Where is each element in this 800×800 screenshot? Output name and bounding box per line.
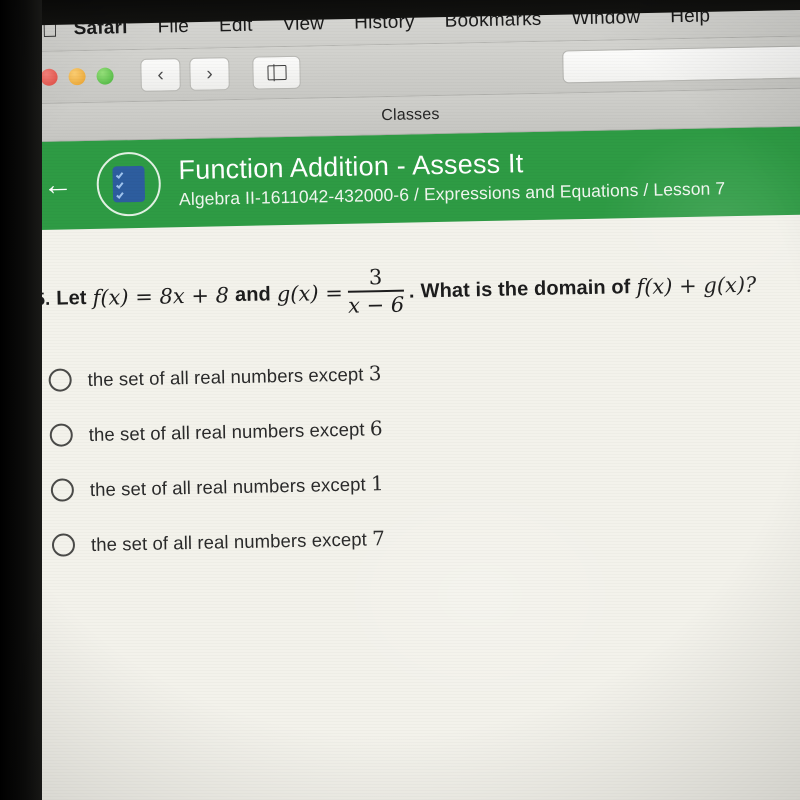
radio-button-icon[interactable] (49, 423, 73, 447)
question-prompt: What is the domain of (420, 275, 631, 303)
assignment-title: Function Addition - Assess It (178, 148, 524, 185)
fraction-3-over-x-minus-6: 3 x − 6 (347, 265, 405, 318)
question-statement: 5. Let f(x) = 8x + 8 and g(x) = 3 x − 6 … (35, 259, 800, 325)
close-window-button[interactable] (40, 68, 58, 86)
sidebar-icon (266, 64, 287, 81)
question-content: 5. Let f(x) = 8x + 8 and g(x) = 3 x − 6 … (0, 213, 800, 800)
answer-choice-value: 6 (369, 416, 383, 441)
laptop-bezel-left (0, 0, 42, 800)
address-bar-input[interactable] (562, 44, 800, 84)
back-arrow-icon[interactable]: ← (42, 168, 83, 202)
radio-button-icon[interactable] (50, 478, 75, 502)
header-text-group: Function Addition - Assess It Algebra II… (178, 145, 725, 210)
answer-choices-list: the set of all real numbers except 3 the… (36, 337, 800, 572)
sidebar-toggle-button[interactable] (252, 55, 301, 90)
answer-choice-label: the set of all real numbers except 7 (90, 526, 386, 556)
radio-button-icon[interactable] (48, 368, 72, 392)
function-g-name: g(x) = (276, 281, 344, 307)
function-f-definition: f(x) = 8x + 8 (92, 283, 230, 311)
tab-classes[interactable]: Classes (381, 105, 440, 124)
browser-back-button[interactable]: ‹ (140, 58, 181, 92)
question-lead: Let (56, 286, 87, 310)
maximize-window-button[interactable] (96, 67, 114, 85)
browser-forward-button[interactable]: › (189, 57, 230, 91)
assignment-icon (96, 151, 162, 217)
laptop-screen:  Safari File Edit View History Bookmark… (0, 0, 800, 800)
radio-button-icon[interactable] (51, 533, 76, 557)
question-conjunction: and (234, 283, 272, 306)
minimize-window-button[interactable] (68, 68, 86, 86)
answer-choice-value: 1 (370, 471, 385, 496)
answer-choice-value: 7 (371, 526, 386, 551)
answer-choice-label: the set of all real numbers except 1 (89, 471, 385, 501)
photo-of-laptop-screen:  Safari File Edit View History Bookmark… (0, 0, 800, 800)
question-sum-expression: f(x) + g(x)? (636, 272, 757, 300)
window-controls (40, 67, 114, 86)
answer-choice-label: the set of all real numbers except 3 (87, 361, 382, 391)
answer-choice-value: 3 (368, 361, 382, 386)
question-period: . (408, 280, 415, 303)
fraction-denominator: x − 6 (347, 292, 405, 318)
answer-choice-label: the set of all real numbers except 6 (88, 416, 383, 446)
fraction-numerator: 3 (368, 265, 383, 290)
checklist-document-icon (112, 165, 146, 203)
assignment-header: ← Function Addition - Assess It Algebra … (0, 126, 800, 231)
